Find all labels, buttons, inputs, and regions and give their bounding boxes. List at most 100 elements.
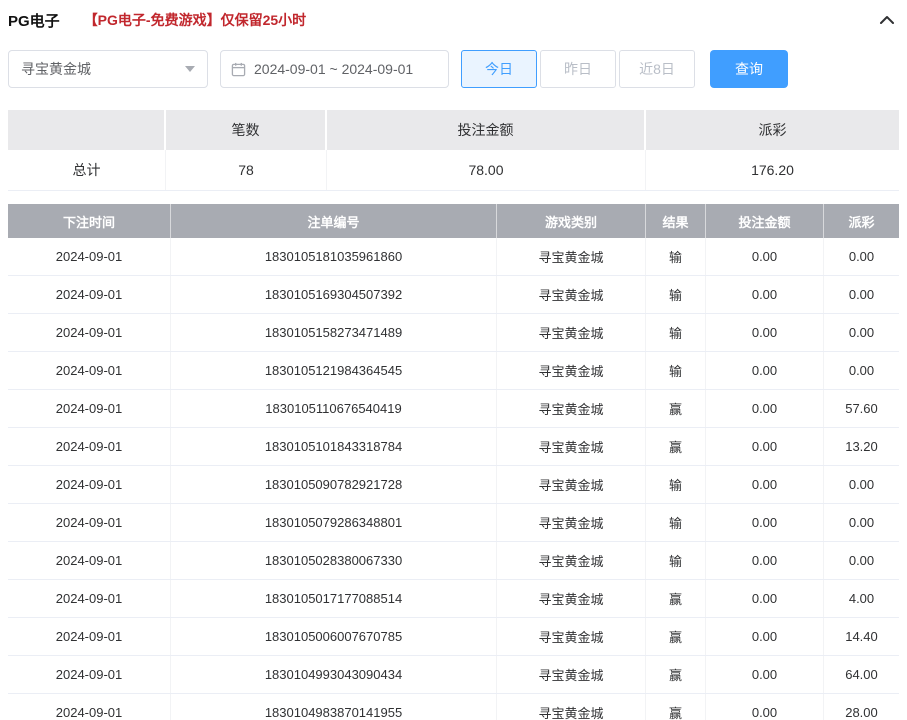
table-row: 2024-09-01 1830104983870141955 寻宝黄金城 赢 0… [8, 694, 899, 720]
cell-bet-amount: 0.00 [706, 618, 824, 655]
cell-payout: 0.00 [824, 542, 899, 579]
cell-bet-time: 2024-09-01 [8, 428, 171, 465]
header-result: 结果 [646, 204, 706, 238]
table-row: 2024-09-01 1830105110676540419 寻宝黄金城 赢 0… [8, 390, 899, 428]
cell-bet-amount: 0.00 [706, 504, 824, 541]
chevron-down-icon [185, 66, 195, 72]
cell-payout: 0.00 [824, 466, 899, 503]
cell-result: 输 [646, 276, 706, 313]
summary-header-payout: 派彩 [646, 110, 899, 150]
summary-header-row: 笔数 投注金额 派彩 [8, 110, 899, 150]
cell-payout: 57.60 [824, 390, 899, 427]
cell-bet-amount: 0.00 [706, 390, 824, 427]
cell-payout: 0.00 [824, 276, 899, 313]
cell-game-type: 寻宝黄金城 [497, 390, 646, 427]
table-row: 2024-09-01 1830105017177088514 寻宝黄金城 赢 0… [8, 580, 899, 618]
cell-bet-time: 2024-09-01 [8, 694, 171, 720]
cell-order-id: 1830104993043090434 [171, 656, 497, 693]
cell-game-type: 寻宝黄金城 [497, 618, 646, 655]
summary-header-bet-amount: 投注金额 [327, 110, 646, 150]
cell-payout: 64.00 [824, 656, 899, 693]
cell-bet-time: 2024-09-01 [8, 352, 171, 389]
game-select[interactable]: 寻宝黄金城 [8, 50, 208, 88]
records-header-row: 下注时间 注单编号 游戏类别 结果 投注金额 派彩 [8, 204, 899, 238]
cell-bet-amount: 0.00 [706, 276, 824, 313]
cell-result: 赢 [646, 428, 706, 465]
cell-bet-amount: 0.00 [706, 428, 824, 465]
date-range-value: 2024-09-01 ~ 2024-09-01 [254, 61, 413, 77]
cell-result: 输 [646, 352, 706, 389]
cell-game-type: 寻宝黄金城 [497, 352, 646, 389]
cell-payout: 0.00 [824, 314, 899, 351]
yesterday-button[interactable]: 昨日 [540, 50, 616, 88]
cell-game-type: 寻宝黄金城 [497, 276, 646, 313]
header-game-type: 游戏类别 [497, 204, 646, 238]
table-row: 2024-09-01 1830105028380067330 寻宝黄金城 输 0… [8, 542, 899, 580]
cell-game-type: 寻宝黄金城 [497, 466, 646, 503]
cell-order-id: 1830105079286348801 [171, 504, 497, 541]
cell-order-id: 1830105158273471489 [171, 314, 497, 351]
last-8-days-button[interactable]: 近8日 [619, 50, 695, 88]
header-payout: 派彩 [824, 204, 899, 238]
cell-bet-amount: 0.00 [706, 542, 824, 579]
today-button[interactable]: 今日 [461, 50, 537, 88]
search-button[interactable]: 查询 [710, 50, 788, 88]
table-row: 2024-09-01 1830104993043090434 寻宝黄金城 赢 0… [8, 656, 899, 694]
cell-order-id: 1830105017177088514 [171, 580, 497, 617]
cell-bet-time: 2024-09-01 [8, 238, 171, 275]
cell-game-type: 寻宝黄金城 [497, 504, 646, 541]
cell-order-id: 1830105006007670785 [171, 618, 497, 655]
cell-order-id: 1830105028380067330 [171, 542, 497, 579]
summary-count-value: 78 [166, 150, 327, 190]
cell-result: 输 [646, 238, 706, 275]
cell-bet-amount: 0.00 [706, 656, 824, 693]
cell-bet-amount: 0.00 [706, 314, 824, 351]
date-range-input[interactable]: 2024-09-01 ~ 2024-09-01 [220, 50, 449, 88]
table-row: 2024-09-01 1830105121984364545 寻宝黄金城 输 0… [8, 352, 899, 390]
cell-bet-time: 2024-09-01 [8, 618, 171, 655]
cell-bet-amount: 0.00 [706, 580, 824, 617]
cell-result: 输 [646, 504, 706, 541]
table-row: 2024-09-01 1830105181035961860 寻宝黄金城 输 0… [8, 238, 899, 276]
summary-header-count: 笔数 [166, 110, 327, 150]
cell-result: 输 [646, 466, 706, 503]
cell-game-type: 寻宝黄金城 [497, 580, 646, 617]
cell-bet-amount: 0.00 [706, 466, 824, 503]
cell-game-type: 寻宝黄金城 [497, 314, 646, 351]
summary-total-row: 总计 78 78.00 176.20 [8, 150, 899, 191]
collapse-button[interactable] [875, 8, 899, 32]
cell-result: 赢 [646, 618, 706, 655]
cell-bet-amount: 0.00 [706, 694, 824, 720]
cell-order-id: 1830105090782921728 [171, 466, 497, 503]
cell-payout: 0.00 [824, 238, 899, 275]
cell-bet-time: 2024-09-01 [8, 314, 171, 351]
summary-bet-amount-value: 78.00 [327, 150, 646, 190]
table-row: 2024-09-01 1830105158273471489 寻宝黄金城 输 0… [8, 314, 899, 352]
cell-bet-time: 2024-09-01 [8, 276, 171, 313]
cell-game-type: 寻宝黄金城 [497, 656, 646, 693]
summary-payout-value: 176.20 [646, 150, 899, 190]
cell-bet-time: 2024-09-01 [8, 504, 171, 541]
header-bet-time: 下注时间 [8, 204, 171, 238]
summary-total-label: 总计 [8, 150, 166, 190]
cell-result: 输 [646, 542, 706, 579]
cell-payout: 4.00 [824, 580, 899, 617]
cell-order-id: 1830105169304507392 [171, 276, 497, 313]
cell-game-type: 寻宝黄金城 [497, 694, 646, 720]
cell-result: 赢 [646, 390, 706, 427]
summary-header-blank [8, 110, 166, 150]
cell-result: 输 [646, 314, 706, 351]
cell-order-id: 1830105110676540419 [171, 390, 497, 427]
chevron-up-icon [879, 12, 895, 28]
table-row: 2024-09-01 1830105169304507392 寻宝黄金城 输 0… [8, 276, 899, 314]
cell-order-id: 1830105181035961860 [171, 238, 497, 275]
cell-game-type: 寻宝黄金城 [497, 542, 646, 579]
table-body: 2024-09-01 1830105181035961860 寻宝黄金城 输 0… [8, 238, 899, 720]
cell-game-type: 寻宝黄金城 [497, 428, 646, 465]
cell-bet-amount: 0.00 [706, 238, 824, 275]
table-row: 2024-09-01 1830105090782921728 寻宝黄金城 输 0… [8, 466, 899, 504]
quick-date-group: 今日 昨日 近8日 [461, 50, 698, 88]
table-row: 2024-09-01 1830105006007670785 寻宝黄金城 赢 0… [8, 618, 899, 656]
retention-notice: 【PG电子-免费游戏】仅保留25小时 [84, 10, 306, 30]
game-select-value: 寻宝黄金城 [21, 59, 185, 79]
